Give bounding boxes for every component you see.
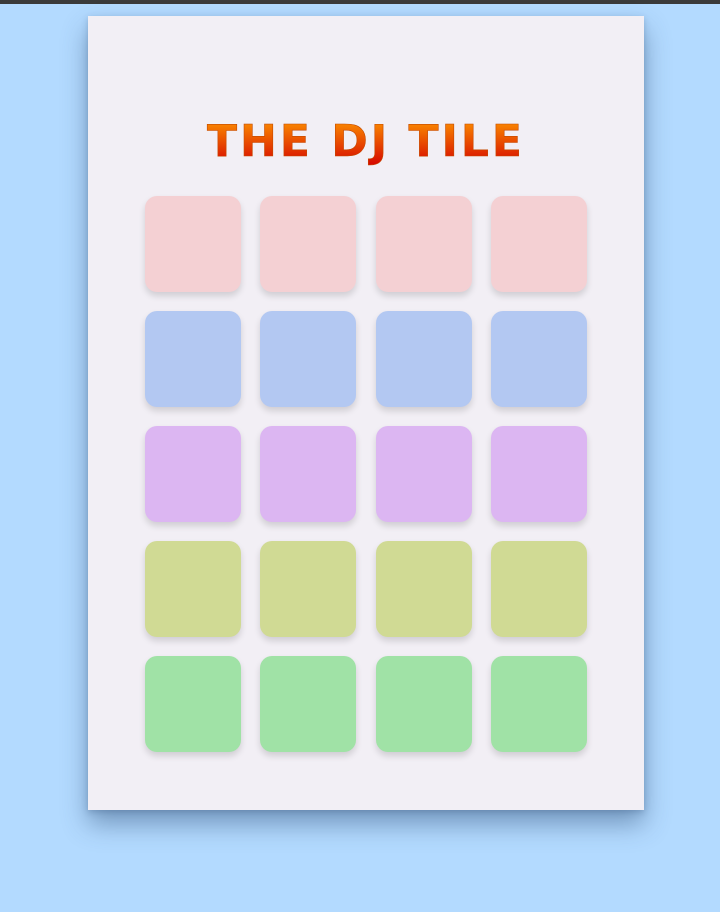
pad-tile-r2-c3[interactable] (375, 311, 472, 407)
pad-tile-r4-c1[interactable] (145, 541, 241, 637)
dj-board-card: THE DJ TILE (88, 16, 644, 810)
pad-tile-r2-c1[interactable] (145, 311, 241, 407)
pad-tile-r5-c1[interactable] (145, 656, 241, 752)
window-top-bar (0, 0, 720, 4)
app-title-text: THE DJ TILE (207, 116, 525, 167)
pad-tile-r4-c3[interactable] (375, 541, 472, 637)
pad-tile-r5-c2[interactable] (260, 656, 357, 752)
pad-tile-r5-c3[interactable] (375, 656, 472, 752)
pad-tile-r1-c1[interactable] (145, 196, 241, 292)
pad-tile-r3-c2[interactable] (260, 426, 357, 522)
app-title: THE DJ TILE (88, 112, 644, 168)
pad-tile-r2-c2[interactable] (260, 311, 357, 407)
pad-tile-r3-c1[interactable] (145, 426, 241, 522)
pad-tile-r1-c2[interactable] (260, 196, 357, 292)
pad-tile-r2-c4[interactable] (490, 311, 587, 407)
pad-tile-r1-c3[interactable] (375, 196, 472, 292)
pad-grid (145, 196, 587, 752)
pad-tile-r5-c4[interactable] (490, 656, 587, 752)
app-title-graphic: THE DJ TILE (207, 116, 525, 168)
pad-tile-r4-c4[interactable] (490, 541, 587, 637)
pad-tile-r4-c2[interactable] (260, 541, 357, 637)
pad-tile-r3-c3[interactable] (375, 426, 472, 522)
pad-tile-r1-c4[interactable] (490, 196, 587, 292)
pad-tile-r3-c4[interactable] (490, 426, 587, 522)
